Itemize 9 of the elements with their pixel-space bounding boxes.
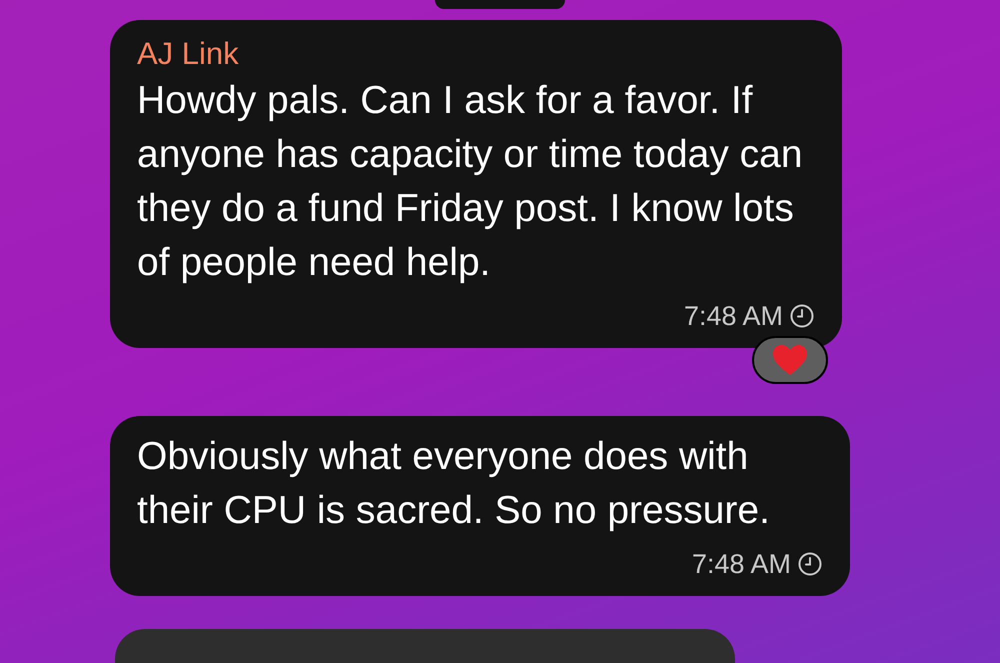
message-text: Howdy pals. Can I ask for a favor. If anyone has capacity or time today can they do a fund Friday post. I know lots of people need help. <box>137 78 804 286</box>
heart-icon <box>772 344 808 376</box>
clock-icon <box>797 551 823 577</box>
message-time: 7:48 AM <box>684 300 783 332</box>
reaction-pill[interactable] <box>752 336 828 384</box>
clock-icon <box>789 303 815 329</box>
message-time: 7:48 AM <box>692 548 791 580</box>
sender-name: AJ Link <box>137 35 240 73</box>
message-text: Obviously what everyone does with their CPU is sacred. So no pressure. <box>137 434 771 534</box>
